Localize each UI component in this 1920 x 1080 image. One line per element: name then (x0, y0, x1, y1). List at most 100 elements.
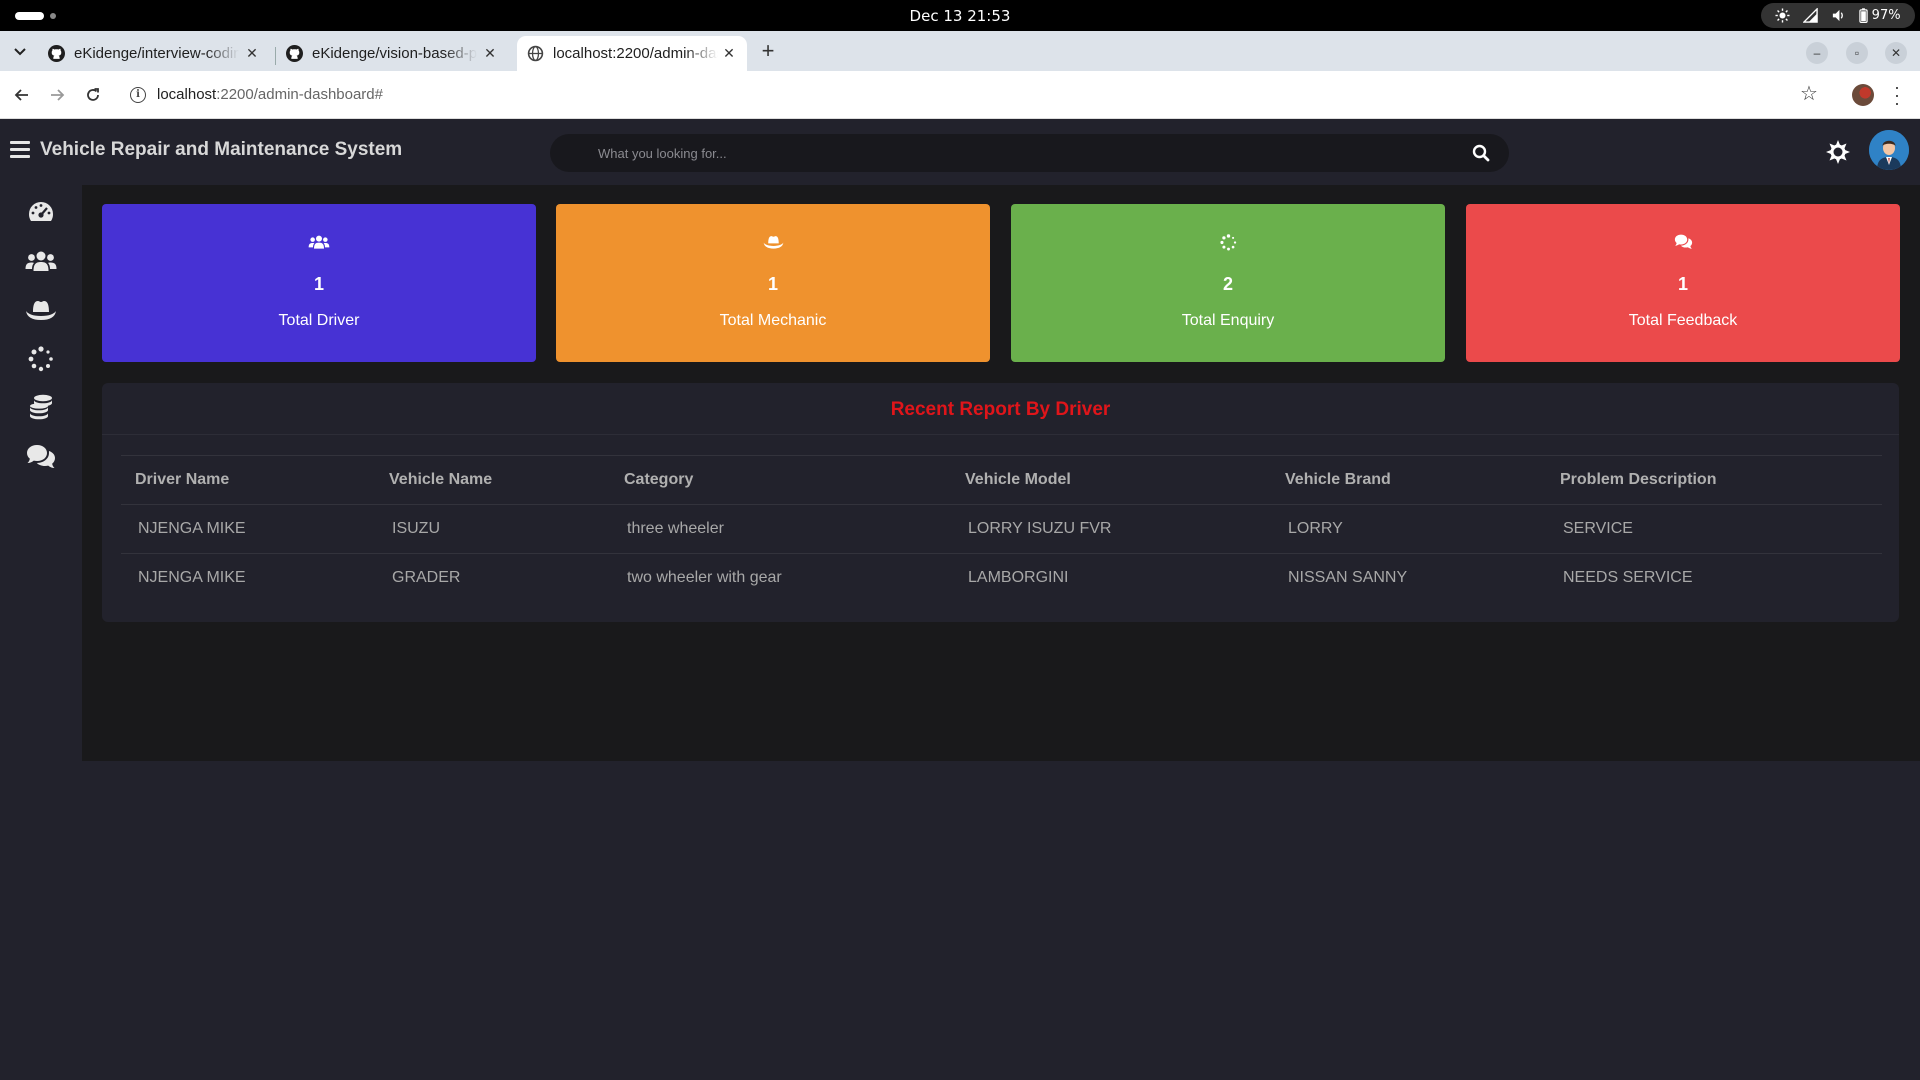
spinner-icon (1219, 234, 1236, 251)
app-header: Vehicle Repair and Maintenance System (0, 119, 1920, 185)
users-icon (308, 235, 330, 249)
cell-driver-name: NJENGA MIKE (121, 504, 375, 554)
comments-icon (1674, 234, 1692, 249)
tab-title: eKidenge/interview-coding (74, 45, 239, 62)
cell-problem-description: SERVICE (1546, 504, 1882, 554)
close-tab-icon[interactable]: ✕ (244, 45, 260, 61)
chevron-down-icon (14, 48, 26, 56)
close-tab-icon[interactable]: ✕ (482, 45, 498, 61)
search-bar (550, 134, 1509, 172)
column-header: Vehicle Model (951, 455, 1271, 505)
address-bar[interactable]: i localhost:2200/admin-dashboard# (120, 77, 1790, 113)
new-tab-button[interactable]: + (757, 40, 779, 63)
stat-value: 1 (1677, 274, 1688, 294)
divider (102, 434, 1899, 435)
menu-toggle-icon[interactable] (10, 141, 30, 159)
comments-icon (27, 445, 55, 468)
restore-button[interactable]: ▫ (1846, 42, 1868, 64)
report-title: Recent Report By Driver (890, 399, 1111, 420)
url-host: localhost (157, 86, 217, 103)
sidebar (0, 185, 82, 1080)
stat-label: Total Feedback (1628, 312, 1738, 329)
stat-value: 1 (313, 274, 324, 294)
search-icon[interactable] (1472, 144, 1490, 162)
url-path: :2200/admin-dashboard# (216, 86, 383, 103)
search-input[interactable] (598, 134, 1418, 172)
coins-icon (30, 394, 52, 420)
volume-icon (1832, 9, 1843, 22)
stat-card-total-mechanic[interactable]: 1 Total Mechanic (556, 204, 990, 362)
browser-menu-icon[interactable]: · · · (1892, 78, 1902, 112)
column-header: Vehicle Name (375, 455, 610, 505)
stat-label: Total Driver (278, 312, 360, 329)
column-header: Problem Description (1546, 455, 1882, 505)
stat-card-total-driver[interactable]: 1 Total Driver (102, 204, 536, 362)
forward-button[interactable] (45, 83, 69, 107)
spinner-icon (28, 346, 53, 372)
user-avatar-image (1869, 130, 1909, 170)
tab-search-button[interactable] (8, 40, 32, 64)
system-tray[interactable]: 97% (1761, 3, 1915, 28)
report-table: Driver Name Vehicle Name Category Vehicl… (121, 455, 1882, 603)
sidebar-item-drivers[interactable] (24, 244, 58, 278)
cell-category: two wheeler with gear (627, 569, 782, 587)
close-tab-icon[interactable]: ✕ (721, 45, 737, 61)
users-icon (25, 251, 57, 271)
cell-vehicle-name: GRADER (392, 569, 461, 587)
column-header: Category (610, 455, 951, 505)
table-row: NJENGA MIKE GRADER two wheeler with gear… (121, 554, 1882, 603)
table-header-row: Driver Name Vehicle Name Category Vehicl… (121, 455, 1882, 505)
sidebar-item-mechanics[interactable] (24, 293, 58, 327)
cell-driver-name: NJENGA MIKE (138, 569, 246, 587)
battery-percent: 97% (1871, 8, 1901, 23)
cell-vehicle-model: LORRY ISUZU FVR (951, 504, 1271, 554)
close-window-button[interactable]: ✕ (1885, 42, 1907, 64)
battery-icon (1858, 8, 1868, 23)
minimize-button[interactable]: – (1806, 42, 1828, 64)
recent-report-panel: Recent Report By Driver Driver Name Vehi… (102, 383, 1899, 622)
column-header: Vehicle Brand (1271, 455, 1546, 505)
stat-card-total-feedback[interactable]: 1 Total Feedback (1466, 204, 1900, 362)
sidebar-item-dashboard[interactable] (24, 195, 58, 229)
system-top-bar: Dec 13 21:53 97% (0, 0, 1920, 31)
cell-vehicle-model: LAMBORGINI (968, 569, 1069, 587)
url-text[interactable]: localhost:2200/admin-dashboard# (157, 86, 383, 103)
table-row: NJENGA MIKE ISUZU three wheeler LORRY IS… (121, 504, 1882, 554)
tab-title: eKidenge/vision-based-parking (312, 45, 477, 62)
system-clock[interactable]: Dec 13 21:53 (0, 7, 1920, 25)
user-avatar[interactable] (1869, 130, 1909, 170)
github-icon (48, 45, 65, 62)
stat-label: Total Enquiry (1181, 312, 1275, 329)
theme-toggle-sun-icon[interactable] (1826, 140, 1850, 164)
browser-tab-1[interactable]: eKidenge/interview-coding ✕ (38, 36, 270, 71)
brightness-icon (1775, 8, 1790, 23)
stat-value: 1 (767, 274, 778, 294)
cell-vehicle-brand: LORRY (1271, 504, 1546, 554)
reload-button[interactable] (81, 83, 105, 107)
column-header: Driver Name (121, 455, 375, 505)
browser-profile-avatar[interactable] (1852, 84, 1874, 106)
back-button[interactable] (10, 83, 34, 107)
github-icon (286, 45, 303, 62)
dashboard-icon (28, 202, 54, 221)
signal-icon (1803, 8, 1818, 23)
browser-tab-strip: eKidenge/interview-coding ✕ eKidenge/vis… (0, 31, 1920, 71)
sidebar-item-payments[interactable] (24, 391, 58, 425)
arrow-left-icon (14, 89, 28, 101)
cell-problem-description: NEEDS SERVICE (1563, 569, 1693, 587)
sidebar-item-enquiries[interactable] (24, 342, 58, 376)
stat-card-total-enquiry[interactable]: 2 Total Enquiry (1011, 204, 1445, 362)
cell-vehicle-name: ISUZU (375, 504, 610, 554)
cell-category: three wheeler (610, 504, 951, 554)
mechanic-hat-icon (763, 236, 783, 249)
sidebar-item-feedback[interactable] (24, 440, 58, 474)
browser-toolbar: i localhost:2200/admin-dashboard# ☆ · · · (0, 71, 1920, 119)
tab-title: localhost:2200/admin-dashboard (553, 45, 718, 62)
browser-tab-2[interactable]: eKidenge/vision-based-parking ✕ (276, 36, 508, 71)
info-icon[interactable]: i (130, 87, 146, 103)
reload-icon (87, 88, 99, 101)
stat-value: 2 (1222, 274, 1233, 294)
bookmark-star-icon[interactable]: ☆ (1800, 81, 1818, 106)
stat-label: Total Mechanic (719, 312, 827, 329)
browser-tab-3-active[interactable]: localhost:2200/admin-dashboard ✕ (517, 36, 747, 71)
